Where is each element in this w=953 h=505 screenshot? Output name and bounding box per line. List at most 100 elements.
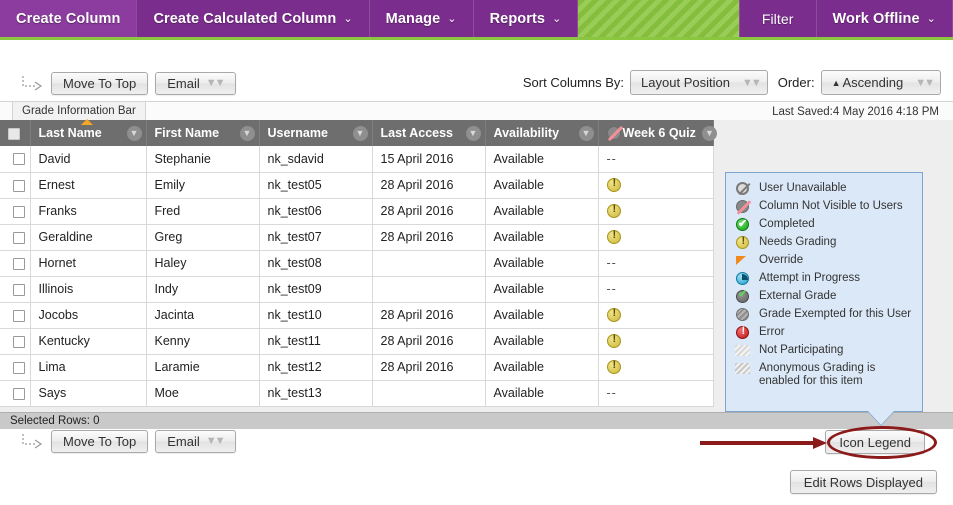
column-header-last-name[interactable]: Last Name ▼ [30,119,147,146]
chevron-down-icon[interactable]: ▼ [465,125,481,141]
row-checkbox[interactable] [12,179,25,192]
edit-rows-displayed-button[interactable]: Edit Rows Displayed [789,470,937,494]
table-row[interactable]: Lima Laramie nk_test12 28 April 2016 Availab… [0,354,714,381]
cell-week-6-quiz[interactable] [598,224,714,251]
nav-item-filter[interactable]: Filter [740,0,817,37]
cell-username: nk_test09 [259,276,373,303]
chevron-down-icon[interactable]: ▼ [352,125,368,141]
nav-item-label: Create Column [16,10,121,27]
cell-username: nk_sdavid [259,146,373,173]
grade-information-bar: Grade Information Bar Last Saved:4 May 2… [0,101,953,121]
cell-last-access: 28 April 2016 [372,172,486,199]
grade-information-bar-tab[interactable]: Grade Information Bar [12,102,146,121]
double-chevron-down-icon: ▼▼ [205,435,226,447]
grid-body: David Stephanie nk_sdavid 15 April 2016 Avai… [0,146,714,407]
column-header-availability[interactable]: Availability ▼ [485,120,599,146]
legend-item-label: Column Not Visible to Users [759,200,903,212]
sort-columns-by-select[interactable]: Layout Position ▼▼ [630,70,768,95]
table-row[interactable]: Ernest Emily nk_test05 28 April 2016 Availab… [0,172,714,199]
cell-last-name: Lima [30,354,147,381]
column-header-week-6-quiz[interactable]: Week 6 Quiz ▼ [598,120,717,146]
sort-columns-by-label: Sort Columns By: [522,75,625,90]
row-checkbox[interactable] [12,361,25,374]
email-button[interactable]: Email ▼▼ [155,72,236,95]
move-to-top-button-bottom[interactable]: Move To Top [51,430,149,453]
needs-grading-icon [606,333,621,349]
user-unavailable-icon [736,182,749,195]
nav-item-create-column[interactable]: Create Column [0,0,138,37]
row-checkbox[interactable] [12,283,25,296]
needs-grading-icon [606,359,621,375]
column-header-username[interactable]: Username ▼ [259,120,373,146]
row-checkbox[interactable] [12,257,25,270]
chevron-down-icon[interactable]: ▼ [239,125,255,141]
cell-week-6-quiz[interactable] [598,354,714,381]
chevron-down-icon[interactable]: ▼ [578,125,594,141]
cell-week-6-quiz[interactable] [598,172,714,199]
row-checkbox[interactable] [12,205,25,218]
chevron-down-icon[interactable]: ▼ [701,125,717,141]
nav-item-work-offline[interactable]: Work Offline ⌄ [817,0,953,37]
row-select-cell [0,354,31,381]
cell-week-6-quiz[interactable]: -- [598,380,714,407]
cell-week-6-quiz[interactable]: -- [598,146,714,173]
row-select-cell [0,328,31,355]
cell-week-6-quiz[interactable] [598,328,714,355]
row-checkbox[interactable] [12,231,25,244]
table-row[interactable]: Hornet Haley nk_test08 Available -- [0,250,714,277]
grade-exempted-icon [736,308,749,321]
annotation-arrow [700,437,827,449]
row-select-cell [0,276,31,303]
cell-username: nk_test13 [259,380,373,407]
cell-week-6-quiz[interactable] [598,302,714,329]
row-checkbox[interactable] [12,153,25,166]
table-row[interactable]: Illinois Indy nk_test09 Available -- [0,276,714,303]
cell-availability: Available [485,224,599,251]
chevron-down-icon[interactable]: ▼ [126,125,142,141]
legend-item-label: External Grade [759,290,837,302]
column-header-label: Username [267,126,328,140]
nav-item-label: Reports [489,10,546,27]
cell-first-name: Emily [146,172,260,199]
column-header-first-name[interactable]: First Name ▼ [146,120,260,146]
legend-item: Override [734,253,916,268]
gradebook-page: Create Column Create Calculated Column ⌄… [0,0,953,505]
table-row[interactable]: Says Moe nk_test13 Available -- [0,380,714,407]
legend-item-label: Error [759,326,785,338]
icon-legend-button[interactable]: Icon Legend [825,430,925,454]
table-row[interactable]: Jocobs Jacinta nk_test10 28 April 2016 Avail… [0,302,714,329]
icon-legend-label: Icon Legend [839,434,911,450]
table-row[interactable]: Kentucky Kenny nk_test11 28 April 2016 Avail… [0,328,714,355]
table-row[interactable]: David Stephanie nk_sdavid 15 April 2016 Avai… [0,146,714,173]
table-row[interactable]: Geraldine Greg nk_test07 28 April 2016 Avail… [0,224,714,251]
legend-item: User Unavailable [734,181,916,196]
cell-last-name: Says [30,380,147,407]
row-checkbox[interactable] [12,309,25,322]
column-header-last-access[interactable]: Last Access ▼ [372,120,486,146]
row-select-cell [0,172,31,199]
cell-last-name: David [30,146,147,173]
table-row[interactable]: Franks Fred nk_test06 28 April 2016 Availabl… [0,198,714,225]
nav-item-create-calculated-column[interactable]: Create Calculated Column ⌄ [137,0,370,37]
cell-last-access: 28 April 2016 [372,354,486,381]
cell-week-6-quiz[interactable]: -- [598,250,714,277]
last-saved-status: Last Saved:4 May 2016 4:18 PM [772,102,939,121]
cell-week-6-quiz[interactable]: -- [598,276,714,303]
row-checkbox[interactable] [12,387,25,400]
cell-week-6-quiz[interactable] [598,198,714,225]
nav-item-reports[interactable]: Reports ⌄ [474,0,579,37]
cell-last-name: Illinois [30,276,147,303]
needs-grading-icon [606,307,621,323]
order-select[interactable]: ▲ Ascending ▼▼ [820,70,941,95]
cell-first-name: Stephanie [146,146,260,173]
cell-first-name: Laramie [146,354,260,381]
icon-legend-popup: User Unavailable Column Not Visible to Us… [725,172,923,412]
legend-item: Error [734,325,916,340]
nav-item-manage[interactable]: Manage ⌄ [370,0,474,37]
move-to-top-button[interactable]: Move To Top [51,72,149,95]
row-checkbox[interactable] [12,335,25,348]
legend-item-label: Attempt in Progress [759,272,860,284]
select-all-checkbox[interactable] [8,127,20,140]
email-button-bottom[interactable]: Email ▼▼ [155,430,236,453]
move-to-top-label: Move To Top [63,434,137,449]
